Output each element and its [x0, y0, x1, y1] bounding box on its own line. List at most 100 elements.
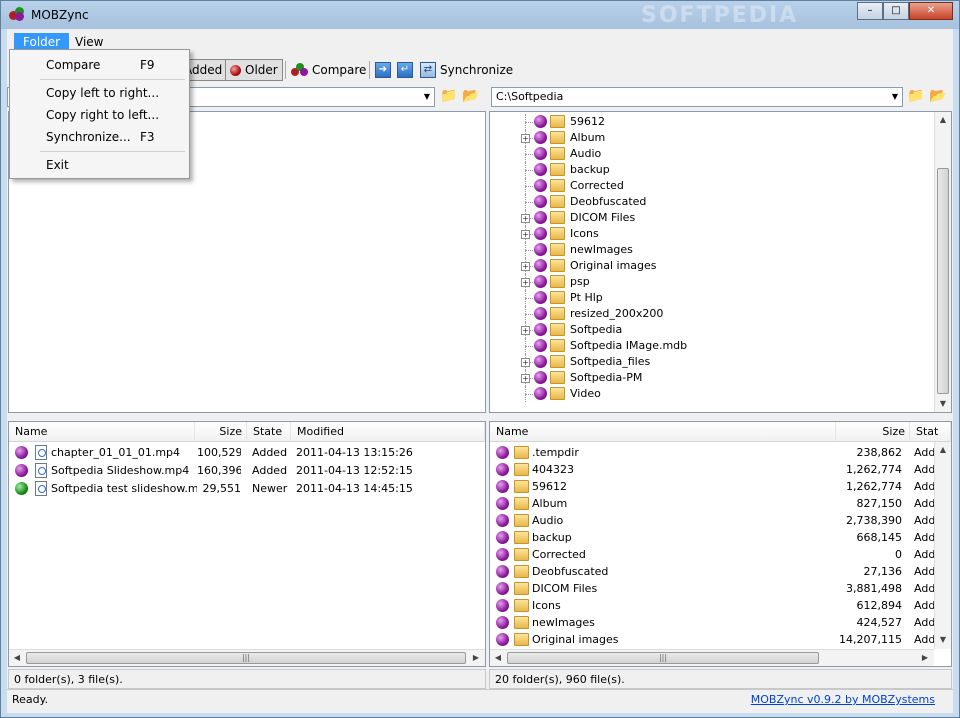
folder-up-icon[interactable]: 📁: [907, 88, 925, 104]
tree-node[interactable]: + Softpedia-PM: [490, 370, 930, 386]
dropdown-arrow-icon[interactable]: ▼: [420, 88, 434, 106]
about-link[interactable]: MOBZync v0.9.2 by MOBZystems: [751, 693, 935, 706]
file-size: 160,396: [197, 464, 241, 477]
column-state[interactable]: Stat: [910, 422, 951, 442]
column-modified[interactable]: Modified: [291, 422, 485, 442]
table-row[interactable]: Softpedia test slideshow.mp4 29,551 Newer 2…: [9, 480, 485, 497]
table-row[interactable]: backup 668,145 Add: [490, 529, 935, 546]
tree-node[interactable]: newImages: [490, 242, 930, 258]
folder-up-icon[interactable]: 📁: [440, 88, 458, 104]
tree-node[interactable]: Pt Hlp: [490, 290, 930, 306]
left-file-list[interactable]: Name Size State Modified chapter_01_01_0…: [8, 421, 486, 667]
scroll-down-icon[interactable]: ▼: [935, 632, 951, 648]
tree-node[interactable]: Audio: [490, 146, 930, 162]
table-row[interactable]: DICOM Files 3,881,498 Add: [490, 580, 935, 597]
tree-node[interactable]: Video: [490, 386, 930, 402]
file-size: 3,881,498: [846, 582, 902, 595]
menu-item-shortcut: F9: [140, 58, 155, 72]
scroll-down-icon[interactable]: ▼: [935, 396, 951, 412]
table-row[interactable]: Album 827,150 Add: [490, 495, 935, 512]
scroll-right-icon[interactable]: ▶: [468, 650, 484, 666]
scroll-right-icon[interactable]: ▶: [917, 650, 933, 666]
menu-item-copy-right-to-left[interactable]: Copy right to left...: [12, 104, 187, 126]
scroll-up-icon[interactable]: ▲: [935, 112, 951, 128]
compare-button[interactable]: Compare: [291, 59, 366, 81]
column-name[interactable]: Name: [490, 422, 836, 442]
tree-node[interactable]: + Original images: [490, 258, 930, 274]
right-horizontal-scrollbar[interactable]: ◀ ||| ▶: [490, 649, 934, 666]
tree-node[interactable]: + Album: [490, 130, 930, 146]
right-path-combo[interactable]: C:\Softpedia ▼: [491, 87, 903, 107]
column-size[interactable]: Size: [195, 422, 247, 442]
scroll-left-icon[interactable]: ◀: [9, 650, 25, 666]
expand-icon[interactable]: +: [521, 262, 530, 271]
tree-node[interactable]: 59612: [490, 114, 930, 130]
tree-node[interactable]: Deobfuscated: [490, 194, 930, 210]
tree-node[interactable]: + Softpedia: [490, 322, 930, 338]
column-state[interactable]: State: [247, 422, 291, 442]
title-bar[interactable]: MOBZync SOFTPEDIA – □ ✕: [1, 1, 959, 29]
right-file-list[interactable]: Name Size Stat .tempdir 238,862 Add 404323 1…: [489, 421, 952, 667]
table-row[interactable]: Softpedia Slideshow.mp4 160,396 Added 2011-…: [9, 462, 485, 479]
tree-vertical-scrollbar[interactable]: ▲ ▼: [934, 112, 951, 412]
tree-node[interactable]: resized_200x200: [490, 306, 930, 322]
expand-icon[interactable]: +: [521, 278, 530, 287]
tree-node[interactable]: Corrected: [490, 178, 930, 194]
expand-icon[interactable]: +: [521, 230, 530, 239]
left-horizontal-scrollbar[interactable]: ◀ ||| ▶: [9, 649, 485, 666]
column-name[interactable]: Name: [9, 422, 195, 442]
expand-icon[interactable]: +: [521, 214, 530, 223]
menu-item-synchronize[interactable]: Synchronize... F3: [12, 126, 187, 148]
tree-node[interactable]: Softpedia IMage.mdb: [490, 338, 930, 354]
tree-node[interactable]: backup: [490, 162, 930, 178]
minimize-button[interactable]: –: [857, 2, 883, 20]
file-name: .tempdir: [532, 446, 579, 459]
expand-icon[interactable]: +: [521, 326, 530, 335]
tree-node[interactable]: + DICOM Files: [490, 210, 930, 226]
list-vertical-scrollbar[interactable]: ▲ ▼: [934, 442, 951, 649]
table-row[interactable]: .tempdir 238,862 Add: [490, 444, 935, 461]
menu-item-exit[interactable]: Exit: [12, 154, 187, 176]
expand-icon[interactable]: +: [521, 374, 530, 383]
close-button[interactable]: ✕: [909, 2, 953, 20]
folder-icon: [550, 211, 565, 224]
table-row[interactable]: Original images 14,207,115 Add: [490, 631, 935, 648]
maximize-button[interactable]: □: [883, 2, 909, 20]
status-ball-icon: [534, 387, 547, 400]
table-row[interactable]: Audio 2,738,390 Add: [490, 512, 935, 529]
synchronize-button[interactable]: ⇄ Synchronize: [420, 59, 513, 81]
status-ball-icon: [496, 446, 509, 459]
status-ball-icon: [496, 616, 509, 629]
tree-node[interactable]: + Softpedia_files: [490, 354, 930, 370]
expand-icon[interactable]: +: [521, 134, 530, 143]
table-row[interactable]: 59612 1,262,774 Add: [490, 478, 935, 495]
status-ball-icon: [534, 115, 547, 128]
table-row[interactable]: Corrected 0 Add: [490, 546, 935, 563]
table-row[interactable]: chapter_01_01_01.mp4 100,529 Added 2011-04-…: [9, 444, 485, 461]
scroll-left-icon[interactable]: ◀: [490, 650, 506, 666]
copy-left-to-right-button[interactable]: ➜: [375, 59, 391, 81]
column-size[interactable]: Size: [836, 422, 910, 442]
expand-icon[interactable]: +: [521, 358, 530, 367]
table-row[interactable]: newImages 424,527 Add: [490, 614, 935, 631]
file-state: Added: [252, 464, 288, 477]
tree-node[interactable]: + Icons: [490, 226, 930, 242]
file-size: 1,262,774: [846, 480, 902, 493]
right-tree-panel[interactable]: 59612 + Album Audio backup Corrected Deobfusca…: [489, 111, 952, 413]
older-filter-button[interactable]: Older: [225, 59, 283, 81]
dropdown-arrow-icon[interactable]: ▼: [888, 88, 902, 106]
scroll-thumb[interactable]: |||: [507, 652, 819, 664]
scroll-thumb[interactable]: [937, 168, 949, 394]
menu-item-copy-left-to-right[interactable]: Copy left to right...: [12, 82, 187, 104]
table-row[interactable]: Deobfuscated 27,136 Add: [490, 563, 935, 580]
tree-node[interactable]: + psp: [490, 274, 930, 290]
copy-right-to-left-button[interactable]: ↵: [397, 59, 413, 81]
browse-folder-icon[interactable]: 📂: [462, 88, 480, 104]
browse-folder-icon[interactable]: 📂: [929, 88, 947, 104]
file-name: Original images: [532, 633, 619, 646]
table-row[interactable]: Icons 612,894 Add: [490, 597, 935, 614]
scroll-up-icon[interactable]: ▲: [935, 442, 951, 458]
menu-item-compare[interactable]: Compare F9: [12, 54, 187, 76]
scroll-thumb[interactable]: |||: [26, 652, 466, 664]
table-row[interactable]: 404323 1,262,774 Add: [490, 461, 935, 478]
